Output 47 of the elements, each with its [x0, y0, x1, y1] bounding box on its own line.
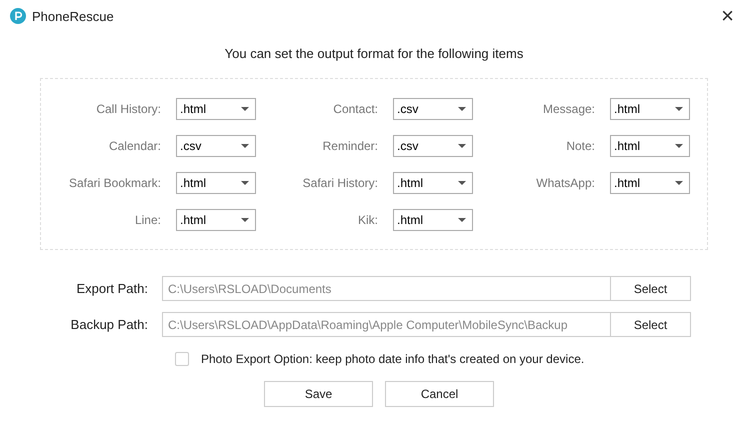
dropdown-arrow-icon: [241, 218, 249, 222]
format-dropdown[interactable]: .csv: [393, 98, 473, 120]
dialog-button[interactable]: Save: [264, 381, 373, 407]
dropdown-arrow-icon: [675, 180, 683, 184]
window-title: PhoneRescue: [32, 8, 115, 24]
format-label: Contact:: [332, 102, 378, 116]
path-field[interactable]: C:\Users\RSLOAD\AppData\Roaming\Apple Computer\MobileSync\Backup: [162, 312, 611, 337]
format-label: Calendar:: [108, 138, 161, 152]
dropdown-arrow-icon: [458, 218, 466, 222]
checkbox[interactable]: [175, 352, 189, 366]
format-dropdown[interactable]: .html: [176, 172, 256, 194]
format-label: Note:: [565, 138, 595, 152]
heading: You can set the output format for the following items: [224, 46, 524, 61]
format-label: Message:: [542, 102, 595, 116]
dropdown-arrow-icon: [458, 144, 466, 148]
format-label: Line:: [134, 212, 161, 226]
dropdown-arrow-icon: [241, 180, 249, 184]
format-label: Reminder:: [322, 138, 378, 152]
dropdown-arrow-icon: [675, 144, 683, 148]
app-logo-icon: [10, 8, 26, 24]
format-dropdown[interactable]: .html: [176, 208, 256, 230]
close-button[interactable]: ×: [717, 5, 738, 27]
dropdown-arrow-icon: [458, 180, 466, 184]
select-button[interactable]: Select: [611, 276, 691, 301]
dialog-button[interactable]: Cancel: [385, 381, 494, 407]
path-label: Export Path:: [75, 281, 148, 296]
format-label: Call History:: [95, 102, 161, 116]
dropdown-arrow-icon: [241, 106, 249, 110]
path-field[interactable]: C:\Users\RSLOAD\Documents: [162, 276, 611, 301]
format-dropdown[interactable]: .html: [610, 172, 690, 194]
format-dropdown[interactable]: .html: [610, 98, 690, 120]
dropdown-arrow-icon: [675, 106, 683, 110]
path-label: Backup Path:: [70, 317, 148, 332]
dropdown-arrow-icon: [241, 144, 249, 148]
format-dropdown[interactable]: .html: [393, 208, 473, 230]
format-dropdown[interactable]: .csv: [176, 134, 256, 156]
select-button[interactable]: Select: [611, 312, 691, 337]
format-dropdown[interactable]: .html: [610, 134, 690, 156]
format-label: Kik:: [356, 212, 378, 226]
format-dropdown[interactable]: .html: [176, 98, 256, 120]
dropdown-arrow-icon: [458, 106, 466, 110]
format-label: Safari Bookmark:: [68, 176, 161, 190]
checkbox-label: Photo Export Option: keep photo date info that's created on your device.: [201, 352, 584, 366]
format-dropdown[interactable]: .csv: [393, 134, 473, 156]
format-dropdown[interactable]: .html: [393, 172, 473, 194]
format-label: WhatsApp:: [535, 176, 595, 190]
format-label: Safari History:: [302, 176, 378, 190]
